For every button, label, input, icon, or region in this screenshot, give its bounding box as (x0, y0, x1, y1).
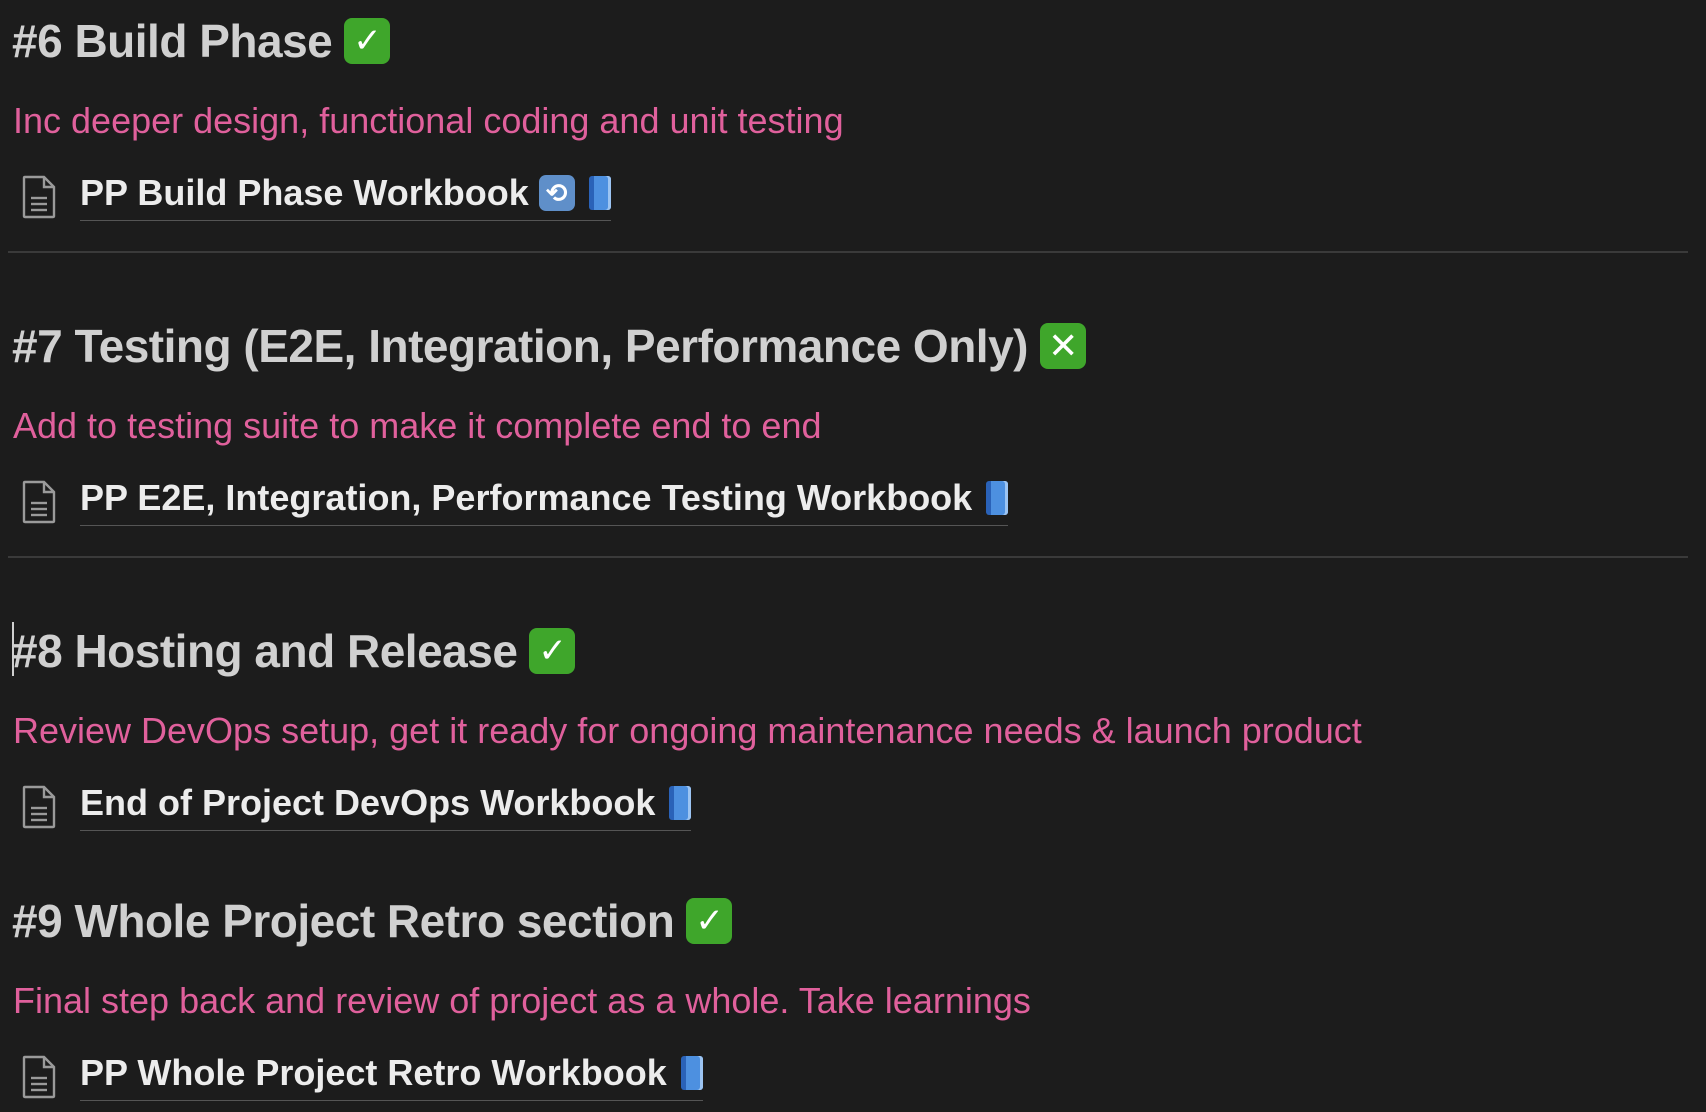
page-link-label: PP Whole Project Retro Workbook (80, 1052, 667, 1093)
page-link-build-phase-workbook[interactable]: PP Build Phase Workbook ⟲ (80, 172, 611, 221)
document-icon (22, 175, 56, 218)
page-link-label: PP Build Phase Workbook (80, 172, 529, 213)
section-heading[interactable]: #6 Build Phase ✓ (12, 12, 391, 70)
page-link-retro-workbook[interactable]: PP Whole Project Retro Workbook (80, 1052, 703, 1101)
check-mark-icon: ✓ (344, 18, 391, 64)
page-link-row[interactable]: PP Whole Project Retro Workbook (20, 1052, 703, 1101)
check-mark-icon: ✓ (529, 628, 576, 674)
heading-text: #9 Whole Project Retro section (12, 895, 675, 947)
heading-text: #7 Testing (E2E, Integration, Performanc… (12, 320, 1029, 372)
document-icon (22, 1055, 56, 1098)
page-link-label: End of Project DevOps Workbook (80, 782, 656, 823)
blue-book-icon (680, 1056, 703, 1090)
divider (8, 556, 1688, 558)
page-link-devops-workbook[interactable]: End of Project DevOps Workbook (80, 782, 692, 831)
page-link-testing-workbook[interactable]: PP E2E, Integration, Performance Testing… (80, 477, 1009, 526)
heading-text: #6 Build Phase (12, 15, 333, 67)
blue-book-icon (588, 176, 611, 210)
section-description[interactable]: Inc deeper design, functional coding and… (13, 99, 844, 143)
page-link-row[interactable]: PP E2E, Integration, Performance Testing… (20, 477, 1009, 526)
page-link-row[interactable]: PP Build Phase Workbook ⟲ (20, 172, 611, 221)
document-icon (22, 785, 56, 828)
section-heading[interactable]: #7 Testing (E2E, Integration, Performanc… (12, 317, 1086, 375)
section-description[interactable]: Final step back and review of project as… (13, 979, 1031, 1023)
section-description[interactable]: Review DevOps setup, get it ready for on… (13, 709, 1362, 753)
blue-book-icon (669, 786, 692, 820)
page-link-row[interactable]: End of Project DevOps Workbook (20, 782, 692, 831)
blue-book-icon (986, 481, 1009, 515)
heading-text: #8 Hosting and Release (12, 625, 518, 677)
page-link-label: PP E2E, Integration, Performance Testing… (80, 477, 973, 518)
section-heading[interactable]: #8 Hosting and Release ✓ (12, 622, 576, 680)
cross-mark-icon: ✕ (1040, 323, 1086, 369)
section-description[interactable]: Add to testing suite to make it complete… (13, 404, 822, 448)
check-mark-icon: ✓ (686, 898, 733, 944)
divider (8, 251, 1688, 253)
section-heading[interactable]: #9 Whole Project Retro section ✓ (12, 892, 733, 950)
repeat-icon: ⟲ (538, 175, 575, 211)
document-icon (22, 480, 56, 523)
